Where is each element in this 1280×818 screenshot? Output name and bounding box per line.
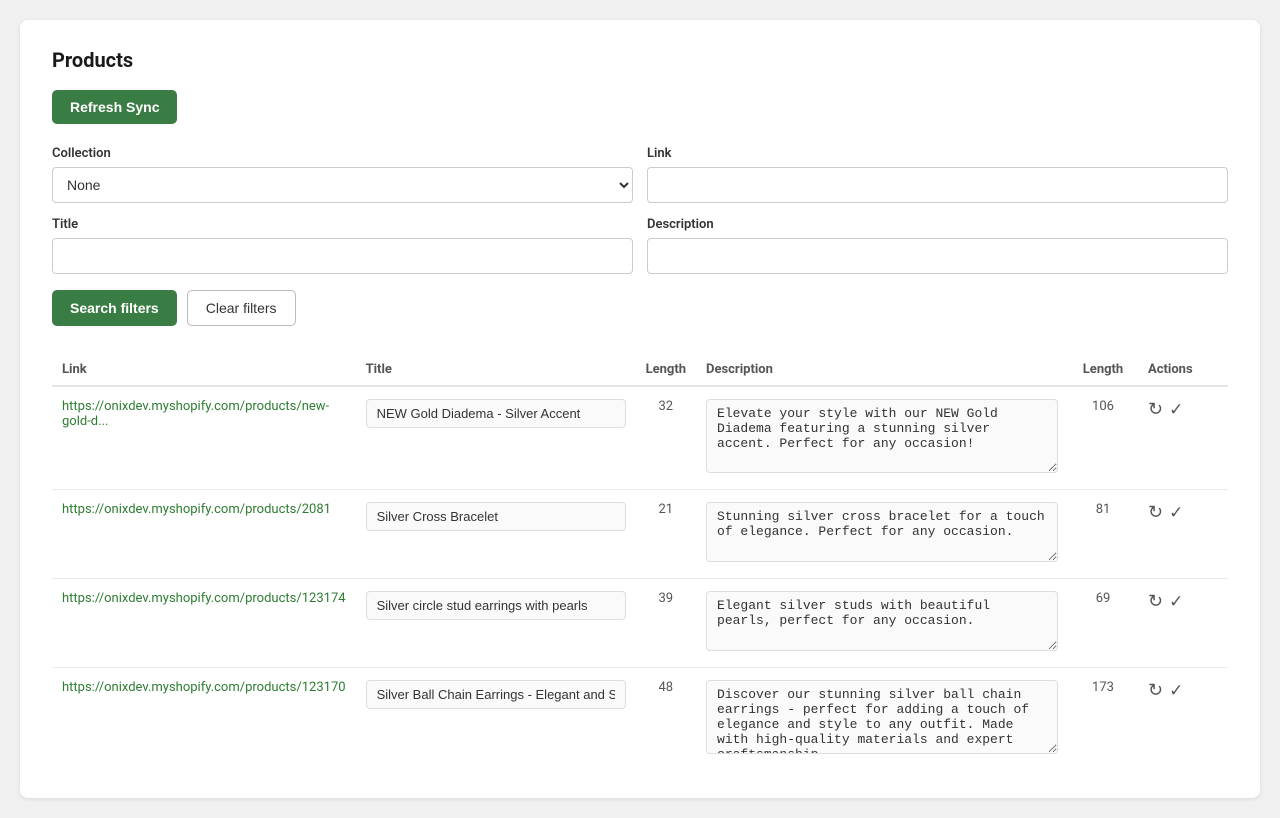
description-filter-input[interactable]	[647, 238, 1228, 274]
cell-desc-length: 173	[1068, 668, 1138, 771]
table-row: https://onixdev.myshopify.com/products/n…	[52, 386, 1228, 490]
description-textarea[interactable]	[706, 591, 1058, 651]
products-page: Products Refresh Sync Collection None Ea…	[20, 20, 1260, 798]
cell-actions: ↻✓	[1138, 579, 1228, 668]
page-title: Products	[52, 48, 1228, 72]
link-filter-group: Link	[647, 146, 1228, 203]
filters-grid: Collection None Earrings Bracelets Neckl…	[52, 146, 1228, 274]
cell-title	[356, 579, 636, 668]
table-row: https://onixdev.myshopify.com/products/1…	[52, 579, 1228, 668]
cell-link: https://onixdev.myshopify.com/products/2…	[52, 490, 356, 579]
col-header-actions: Actions	[1138, 354, 1228, 386]
link-filter-input[interactable]	[647, 167, 1228, 203]
product-link[interactable]: https://onixdev.myshopify.com/products/2…	[62, 502, 331, 517]
confirm-icon[interactable]: ✓	[1169, 503, 1183, 523]
product-link[interactable]: https://onixdev.myshopify.com/products/1…	[62, 591, 346, 606]
description-textarea[interactable]	[706, 502, 1058, 562]
col-header-description: Description	[696, 354, 1068, 386]
link-filter-label: Link	[647, 146, 1228, 161]
cell-link: https://onixdev.myshopify.com/products/1…	[52, 579, 356, 668]
collection-filter-group: Collection None Earrings Bracelets Neckl…	[52, 146, 633, 203]
cell-actions: ↻✓	[1138, 386, 1228, 490]
title-input[interactable]	[366, 680, 626, 709]
cell-title-length: 32	[636, 386, 696, 490]
cell-description	[696, 490, 1068, 579]
table-body: https://onixdev.myshopify.com/products/n…	[52, 386, 1228, 770]
confirm-icon[interactable]: ✓	[1169, 681, 1183, 701]
filter-actions: Search filters Clear filters	[52, 290, 1228, 326]
cell-desc-length: 81	[1068, 490, 1138, 579]
refresh-icon[interactable]: ↻	[1148, 680, 1163, 701]
clear-filters-button[interactable]: Clear filters	[187, 290, 296, 326]
cell-title-length: 21	[636, 490, 696, 579]
products-table: Link Title Length Description Length Act…	[52, 354, 1228, 770]
description-textarea[interactable]	[706, 680, 1058, 754]
cell-desc-length: 69	[1068, 579, 1138, 668]
description-filter-group: Description	[647, 217, 1228, 274]
confirm-icon[interactable]: ✓	[1169, 592, 1183, 612]
confirm-icon[interactable]: ✓	[1169, 400, 1183, 420]
col-header-title: Title	[356, 354, 636, 386]
cell-link: https://onixdev.myshopify.com/products/n…	[52, 386, 356, 490]
products-table-wrapper: Link Title Length Description Length Act…	[52, 354, 1228, 770]
cell-title	[356, 668, 636, 771]
cell-description	[696, 668, 1068, 771]
search-filters-button[interactable]: Search filters	[52, 290, 177, 326]
cell-title	[356, 386, 636, 490]
description-filter-label: Description	[647, 217, 1228, 232]
table-row: https://onixdev.myshopify.com/products/1…	[52, 668, 1228, 771]
refresh-sync-button[interactable]: Refresh Sync	[52, 90, 177, 124]
title-input[interactable]	[366, 502, 626, 531]
cell-description	[696, 386, 1068, 490]
cell-actions: ↻✓	[1138, 668, 1228, 771]
col-header-desc-length: Length	[1068, 354, 1138, 386]
col-header-link: Link	[52, 354, 356, 386]
title-filter-label: Title	[52, 217, 633, 232]
table-row: https://onixdev.myshopify.com/products/2…	[52, 490, 1228, 579]
cell-title-length: 39	[636, 579, 696, 668]
product-link[interactable]: https://onixdev.myshopify.com/products/1…	[62, 680, 346, 695]
refresh-icon[interactable]: ↻	[1148, 591, 1163, 612]
cell-title	[356, 490, 636, 579]
cell-description	[696, 579, 1068, 668]
description-textarea[interactable]	[706, 399, 1058, 473]
title-filter-input[interactable]	[52, 238, 633, 274]
title-filter-group: Title	[52, 217, 633, 274]
title-input[interactable]	[366, 399, 626, 428]
cell-desc-length: 106	[1068, 386, 1138, 490]
title-input[interactable]	[366, 591, 626, 620]
cell-actions: ↻✓	[1138, 490, 1228, 579]
cell-title-length: 48	[636, 668, 696, 771]
cell-link: https://onixdev.myshopify.com/products/1…	[52, 668, 356, 771]
collection-label: Collection	[52, 146, 633, 161]
col-header-title-length: Length	[636, 354, 696, 386]
table-header-row: Link Title Length Description Length Act…	[52, 354, 1228, 386]
collection-select[interactable]: None Earrings Bracelets Necklaces	[52, 167, 633, 203]
product-link[interactable]: https://onixdev.myshopify.com/products/n…	[62, 399, 329, 429]
refresh-icon[interactable]: ↻	[1148, 399, 1163, 420]
refresh-icon[interactable]: ↻	[1148, 502, 1163, 523]
